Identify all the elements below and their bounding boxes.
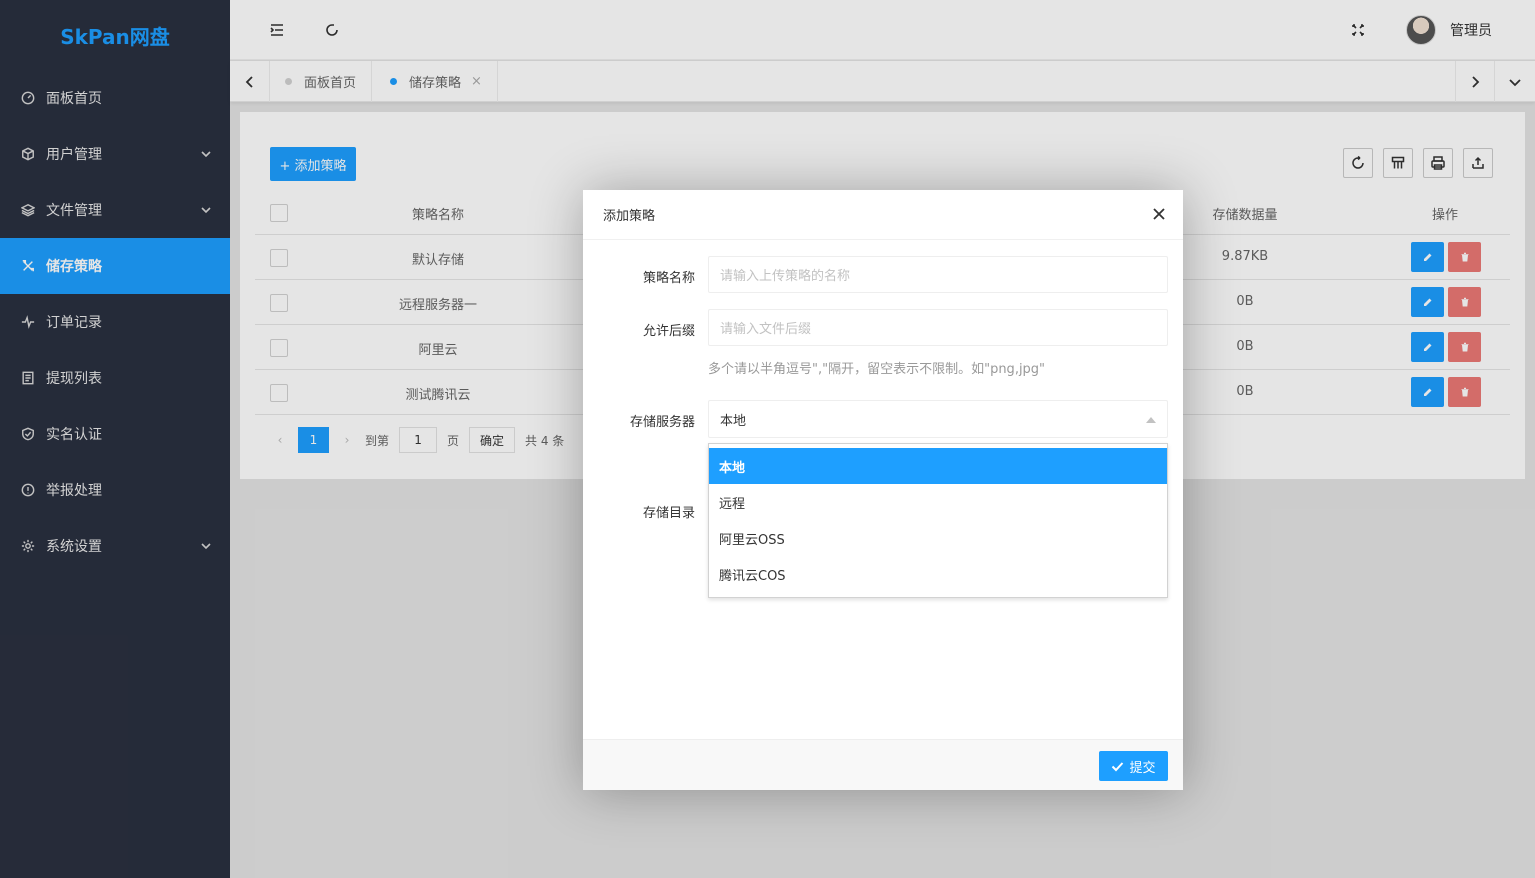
suffix-tip: 多个请以半角逗号","隔开，留空表示不限制。如"png,jpg" [708,362,1046,377]
server-select-value: 本地 [720,413,747,429]
submit-button[interactable]: 提交 [1099,751,1168,781]
option-remote[interactable]: 远程 [709,484,1167,520]
dialog-footer: 提交 [583,739,1183,790]
caret-up-icon [1146,417,1156,423]
policy-name-label: 策略名称 [642,271,695,286]
submit-label: 提交 [1129,760,1156,776]
option-aliyun-oss[interactable]: 阿里云OSS [709,520,1167,556]
server-select[interactable]: 本地 [708,400,1168,438]
dialog-title: 添加策略 [583,190,1183,240]
server-dropdown: 本地 远程 阿里云OSS 腾讯云COS [708,443,1168,598]
policy-name-input[interactable]: 请输入上传策略的名称 [708,256,1168,293]
close-icon[interactable] [1151,206,1167,222]
check-icon [1112,761,1124,771]
suffix-input[interactable]: 请输入文件后缀 [708,309,1168,346]
directory-label: 存储目录 [642,506,695,521]
suffix-label: 允许后缀 [642,324,695,339]
option-tencent-cos[interactable]: 腾讯云COS [709,556,1167,592]
option-local[interactable]: 本地 [709,448,1167,484]
server-label: 存储服务器 [629,415,695,430]
add-policy-dialog: 添加策略 策略名称 请输入上传策略的名称 允许后缀 请输入文件后缀 多个请以半角… [583,190,1183,790]
